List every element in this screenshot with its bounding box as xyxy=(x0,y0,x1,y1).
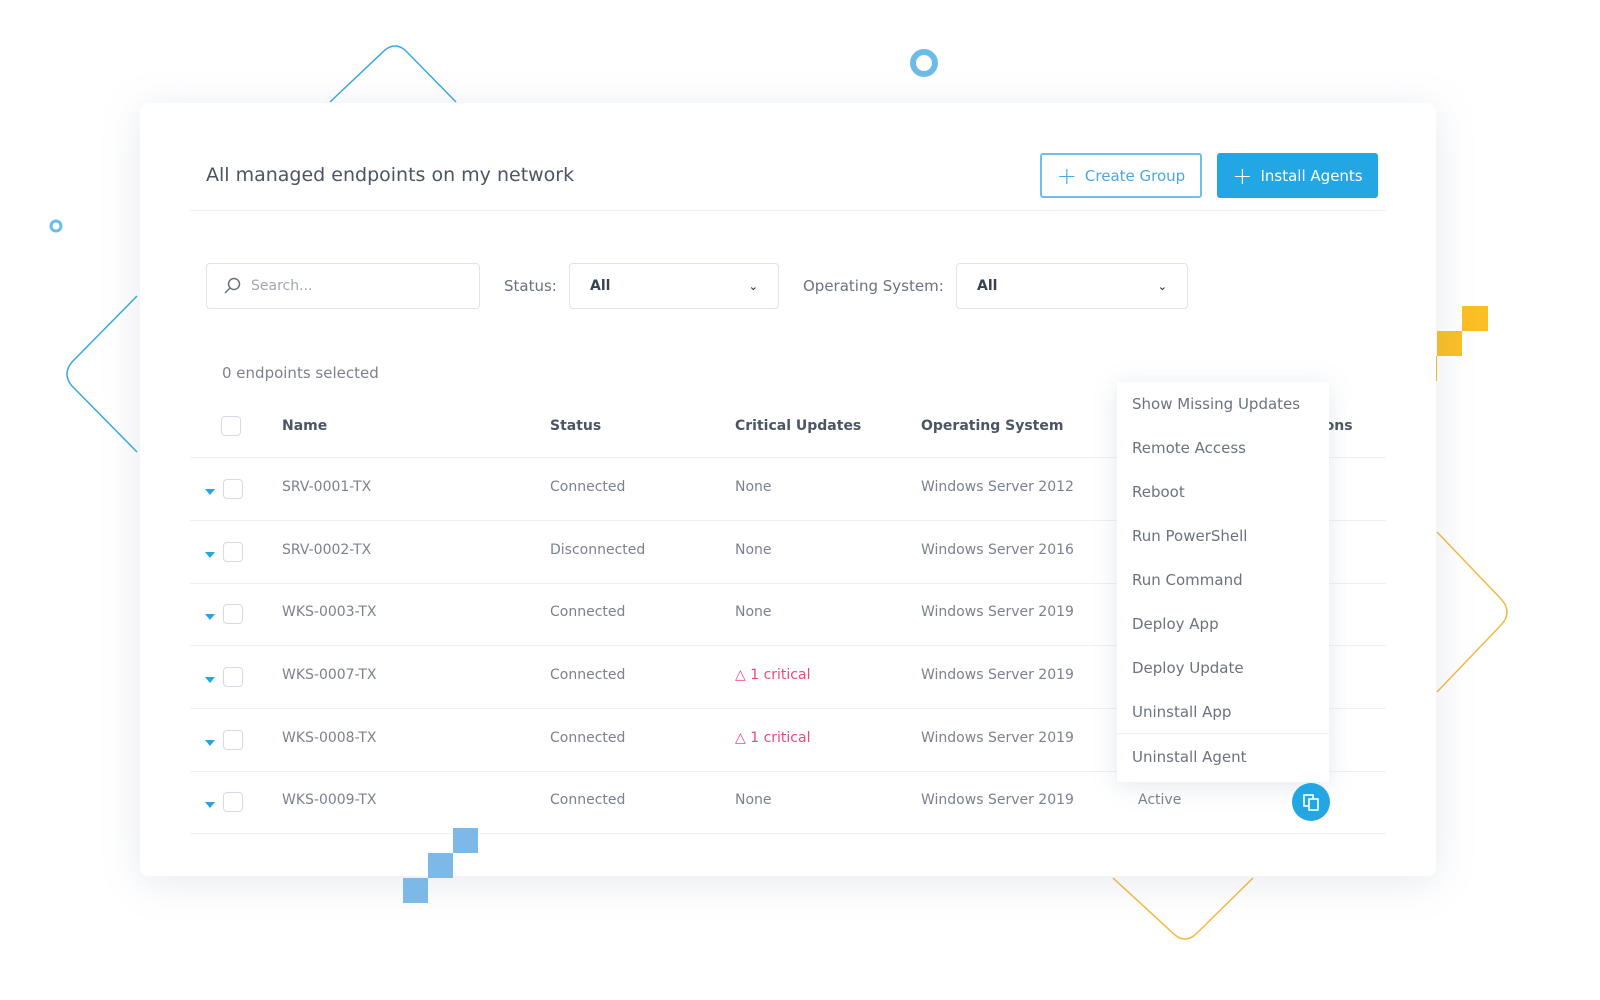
warning-icon: △ xyxy=(735,730,751,746)
status-select-value: All xyxy=(590,278,611,294)
divider xyxy=(190,210,1386,211)
endpoint-status: Connected xyxy=(550,604,626,620)
column-header-status: Status xyxy=(550,418,602,434)
os-select-value: All xyxy=(977,278,998,294)
critical-updates: None xyxy=(735,604,772,620)
operating-system: Windows Server 2019 xyxy=(921,730,1074,746)
row-divider xyxy=(190,833,1386,834)
column-header-critical-updates: Critical Updates xyxy=(735,418,862,434)
endpoint-status: Connected xyxy=(550,730,626,746)
status-select[interactable]: All ⌄ xyxy=(569,263,779,309)
menu-item[interactable]: Run PowerShell xyxy=(1132,527,1247,545)
critical-updates: None xyxy=(735,792,772,808)
expand-row-icon[interactable] xyxy=(205,677,215,683)
critical-updates-value: 1 critical xyxy=(750,730,811,746)
endpoint-name[interactable]: SRV-0002-TX xyxy=(282,542,371,558)
endpoint-name[interactable]: WKS-0009-TX xyxy=(282,792,377,808)
search-input[interactable]: Search... xyxy=(206,263,480,309)
critical-updates-value: None xyxy=(735,792,772,808)
menu-item[interactable]: Remote Access xyxy=(1132,439,1246,457)
search-icon xyxy=(224,277,241,294)
page-title: All managed endpoints on my network xyxy=(206,164,575,186)
menu-item[interactable]: Show Missing Updates xyxy=(1132,395,1300,413)
plus-icon: + xyxy=(1232,161,1253,190)
critical-updates: None xyxy=(735,542,772,558)
critical-updates-value: None xyxy=(735,542,772,558)
endpoint-status: Connected xyxy=(550,667,626,683)
operating-system: Windows Server 2019 xyxy=(921,667,1074,683)
menu-item[interactable]: Reboot xyxy=(1132,483,1185,501)
status-filter-label: Status: xyxy=(504,277,557,295)
create-group-label: Create Group xyxy=(1084,166,1186,185)
expand-row-icon[interactable] xyxy=(205,740,215,746)
row-checkbox[interactable] xyxy=(223,542,243,562)
critical-updates-value: 1 critical xyxy=(750,667,811,683)
expand-row-icon[interactable] xyxy=(205,489,215,495)
select-all-checkbox[interactable] xyxy=(221,416,241,436)
critical-updates: △ 1 critical xyxy=(735,667,810,683)
operating-system: Windows Server 2012 xyxy=(921,479,1074,495)
copy-icon xyxy=(1303,794,1319,811)
operating-system: Windows Server 2016 xyxy=(921,542,1074,558)
warning-icon: △ xyxy=(735,667,751,683)
expand-row-icon[interactable] xyxy=(205,802,215,808)
create-group-button[interactable]: + Create Group xyxy=(1040,153,1202,198)
expand-row-icon[interactable] xyxy=(205,614,215,620)
endpoint-status: Connected xyxy=(550,792,626,808)
menu-divider xyxy=(1117,733,1329,734)
row-checkbox[interactable] xyxy=(223,667,243,687)
row-checkbox[interactable] xyxy=(223,730,243,750)
row-checkbox[interactable] xyxy=(223,479,243,499)
os-filter-label: Operating System: xyxy=(803,277,944,295)
install-agents-button[interactable]: + Install Agents xyxy=(1217,153,1378,198)
critical-updates-value: None xyxy=(735,479,772,495)
actions-button[interactable] xyxy=(1292,783,1330,821)
row-checkbox[interactable] xyxy=(223,604,243,624)
decoration-squares xyxy=(403,828,478,903)
endpoint-name[interactable]: WKS-0003-TX xyxy=(282,604,377,620)
endpoint-name[interactable]: WKS-0007-TX xyxy=(282,667,377,683)
chevron-down-icon: ⌄ xyxy=(1157,279,1167,293)
install-agents-label: Install Agents xyxy=(1260,166,1363,185)
critical-updates: △ 1 critical xyxy=(735,730,810,746)
expand-row-icon[interactable] xyxy=(205,552,215,558)
menu-item[interactable]: Deploy App xyxy=(1132,615,1219,633)
search-placeholder: Search... xyxy=(251,278,313,294)
operating-system: Windows Server 2019 xyxy=(921,792,1074,808)
operating-system: Windows Server 2019 xyxy=(921,604,1074,620)
column-header-operating-system: Operating System xyxy=(921,418,1064,434)
agent-status: Active xyxy=(1138,792,1182,808)
os-select[interactable]: All ⌄ xyxy=(956,263,1188,309)
menu-item[interactable]: Run Command xyxy=(1132,571,1243,589)
endpoint-status: Connected xyxy=(550,479,626,495)
selection-count: 0 endpoints selected xyxy=(222,364,379,382)
menu-item[interactable]: Uninstall App xyxy=(1132,703,1231,721)
plus-icon: + xyxy=(1056,161,1077,190)
endpoint-name[interactable]: WKS-0008-TX xyxy=(282,730,377,746)
critical-updates-value: None xyxy=(735,604,772,620)
row-checkbox[interactable] xyxy=(223,792,243,812)
menu-item[interactable]: Uninstall Agent xyxy=(1132,748,1247,766)
endpoint-name[interactable]: SRV-0001-TX xyxy=(282,479,371,495)
column-header-name: Name xyxy=(282,418,328,434)
actions-menu: Show Missing Updates Remote Access Reboot R… xyxy=(1117,382,1329,782)
critical-updates: None xyxy=(735,479,772,495)
chevron-down-icon: ⌄ xyxy=(748,279,758,293)
menu-item[interactable]: Deploy Update xyxy=(1132,659,1244,677)
endpoint-status: Disconnected xyxy=(550,542,646,558)
